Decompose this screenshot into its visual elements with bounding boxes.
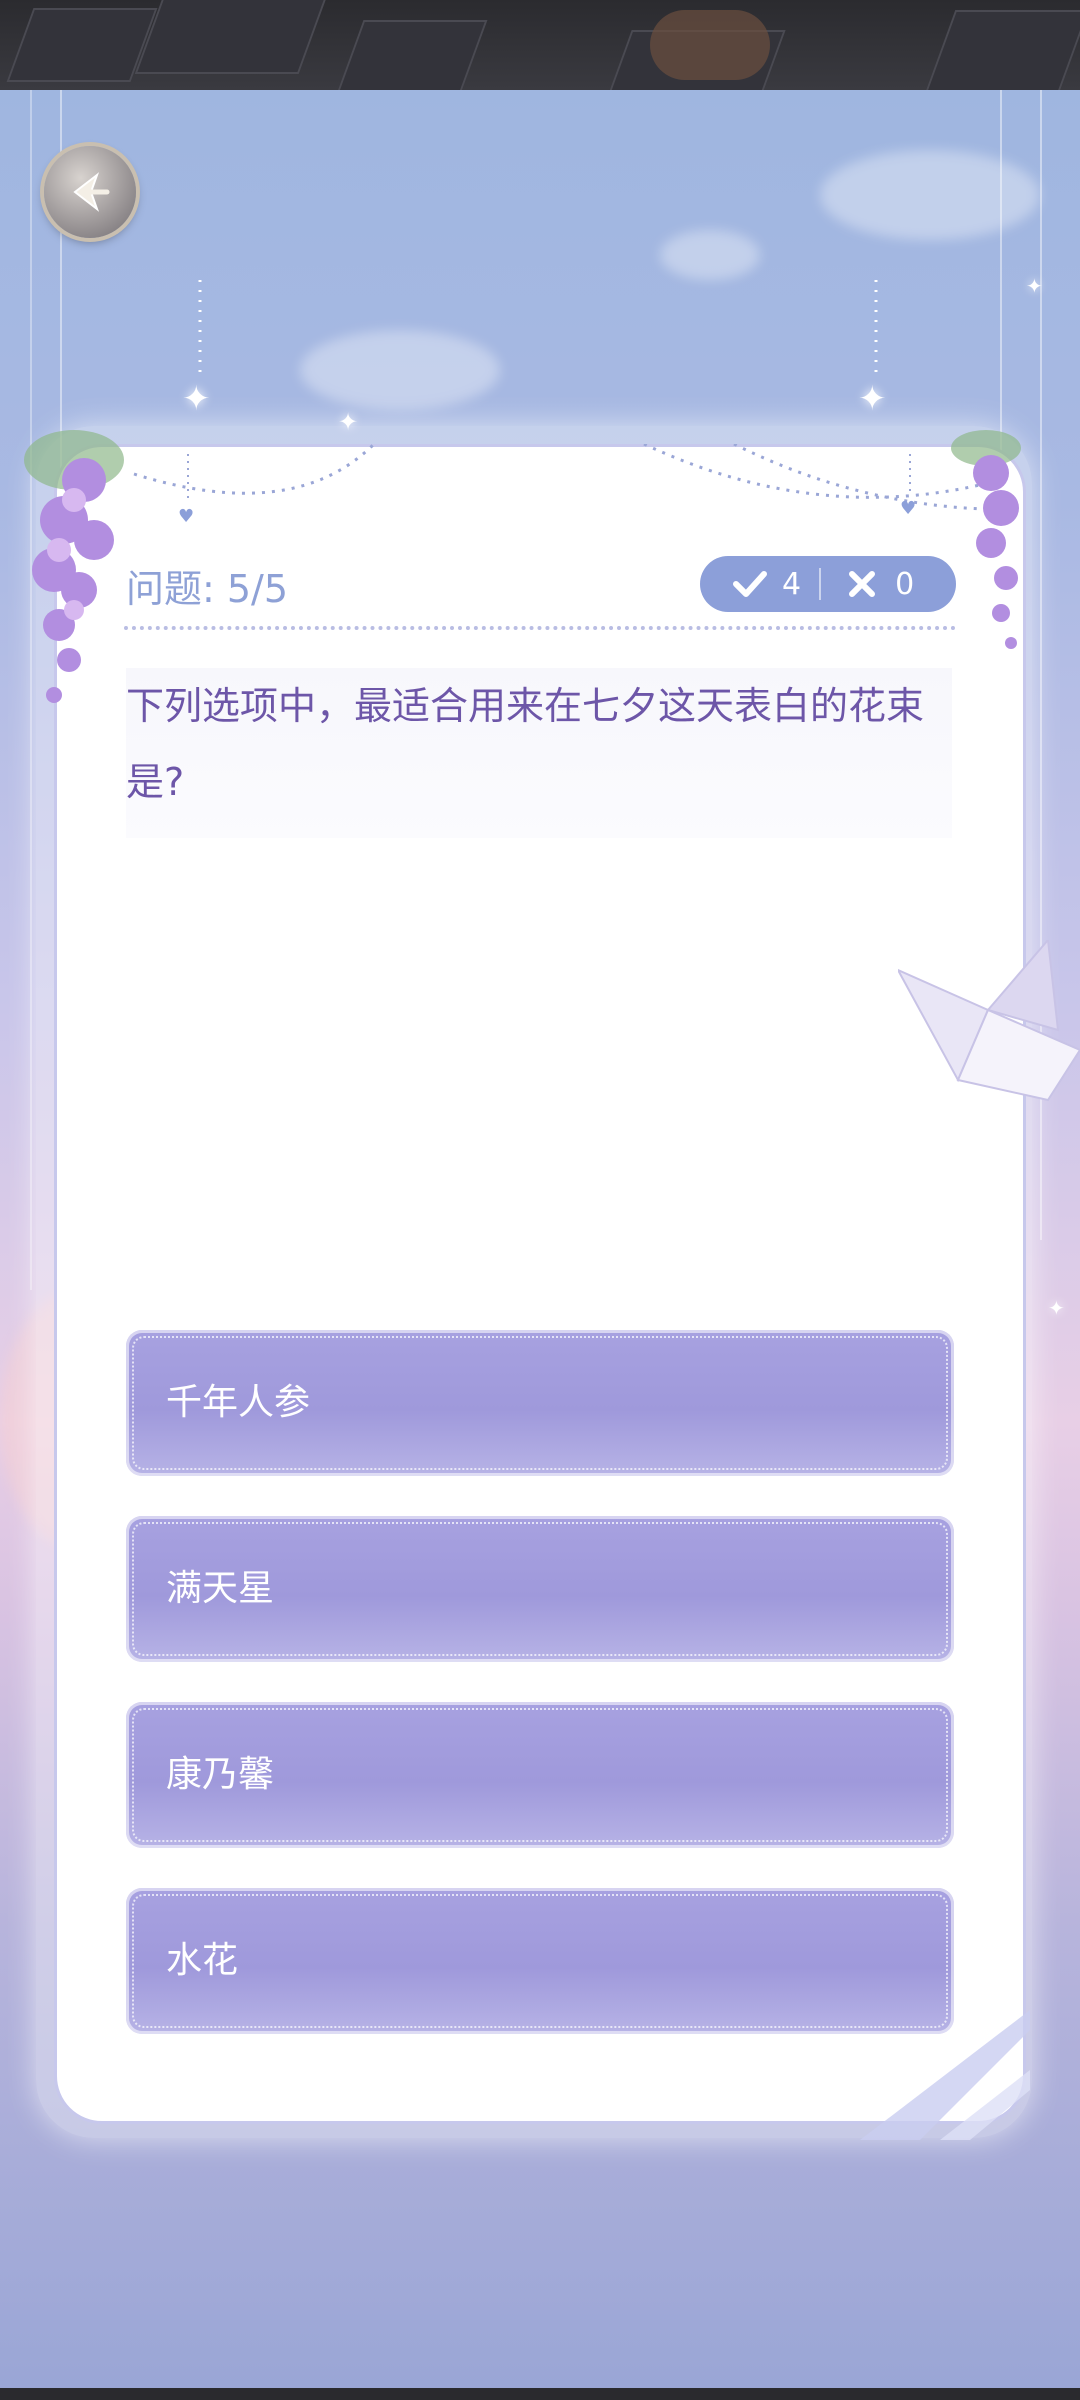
back-button[interactable] bbox=[44, 146, 136, 238]
question-text: 下列选项中，最适合用来在七夕这天表白的花束是? bbox=[126, 668, 952, 838]
bottom-strip bbox=[0, 2388, 1080, 2400]
option-label: 水花 bbox=[166, 1940, 239, 1981]
score-pill: 4 0 bbox=[700, 556, 956, 612]
option-label: 满天星 bbox=[166, 1568, 275, 1609]
question-progress-label: 问题: 5/5 bbox=[126, 567, 289, 611]
correct-count: 4 bbox=[700, 556, 819, 612]
wrong-count-value: 0 bbox=[895, 566, 915, 602]
answer-option-3[interactable]: 康乃馨 bbox=[126, 1702, 954, 1848]
back-arrow-icon bbox=[73, 172, 110, 212]
dotted-divider bbox=[124, 626, 956, 630]
answer-option-4[interactable]: 水花 bbox=[126, 1888, 954, 2034]
answer-option-2[interactable]: 满天星 bbox=[126, 1516, 954, 1662]
check-icon bbox=[733, 571, 767, 597]
paper-crane-decoration bbox=[898, 940, 1080, 1102]
sparkle-icon: ✦ bbox=[1048, 1296, 1065, 1320]
wisteria-right-decoration bbox=[951, 430, 1021, 649]
cross-icon bbox=[849, 571, 876, 597]
svg-text:♥: ♥ bbox=[900, 498, 916, 519]
answer-option-1[interactable]: 千年人参 bbox=[126, 1330, 954, 1476]
correct-count-value: 4 bbox=[782, 566, 802, 602]
option-label: 康乃馨 bbox=[166, 1754, 275, 1795]
top-scene-strip bbox=[0, 0, 1080, 90]
option-border bbox=[132, 1894, 948, 2028]
wrong-count: 0 bbox=[821, 556, 932, 612]
option-label: 千年人参 bbox=[166, 1382, 311, 1423]
